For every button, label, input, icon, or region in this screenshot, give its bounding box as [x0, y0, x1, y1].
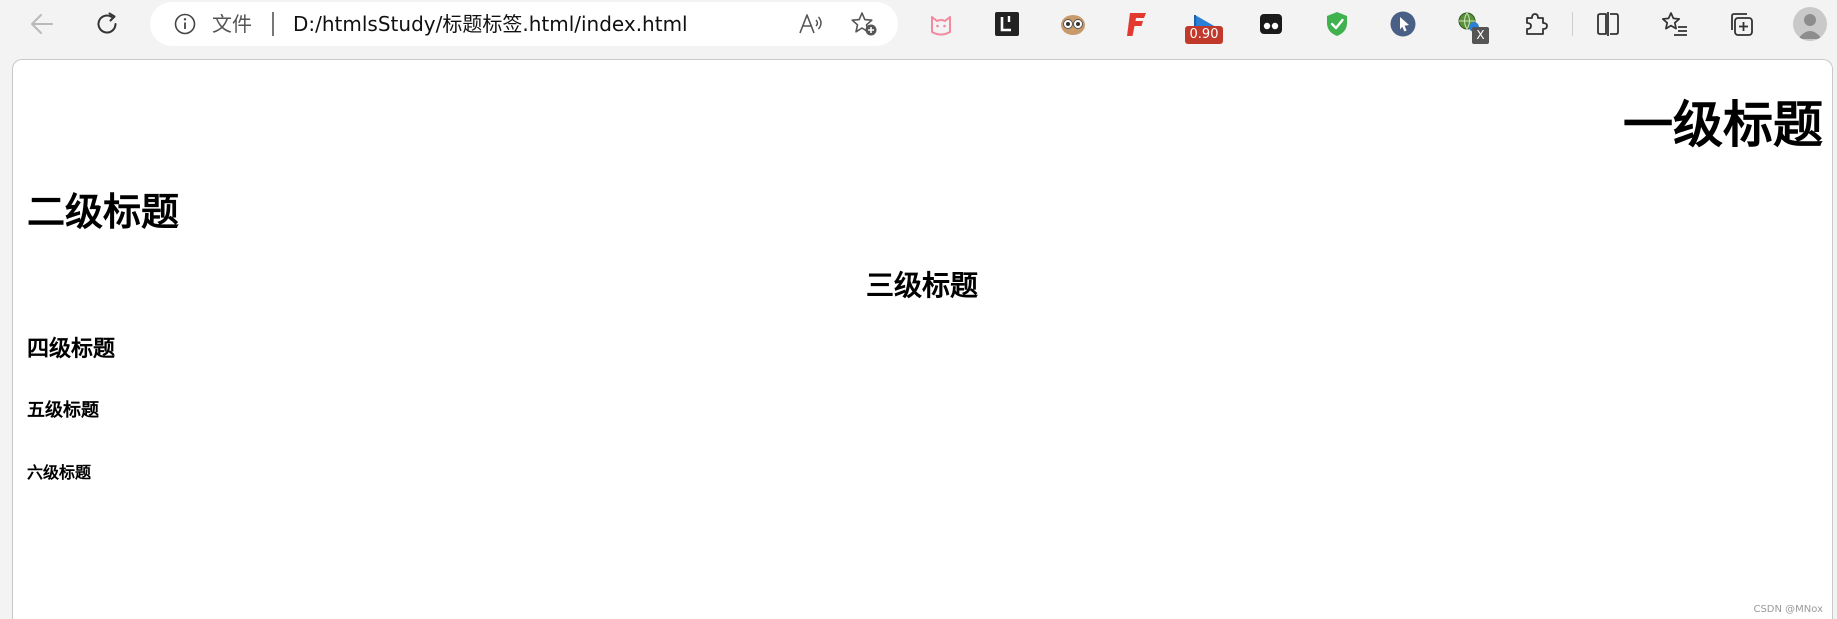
dark-glasses-icon[interactable] [1256, 9, 1286, 39]
page-viewport: 一级标题 二级标题 三级标题 四级标题 五级标题 六级标题 CSDN @MNox [12, 59, 1833, 619]
heading-level-5: 五级标题 [27, 400, 99, 421]
read-aloud-icon[interactable] [798, 12, 824, 36]
leetcode-icon[interactable] [992, 9, 1022, 39]
address-bar[interactable]: 文件 D:/htmlsStudy/标题标签.html/index.html [150, 2, 898, 46]
puzzle-icon[interactable] [1520, 9, 1550, 39]
owl-icon[interactable] [1058, 9, 1088, 39]
shield-check-icon[interactable] [1322, 9, 1352, 39]
network-badge: X [1472, 27, 1489, 44]
speed-badge: 0.90 [1185, 26, 1223, 44]
page-content: 一级标题 二级标题 三级标题 四级标题 五级标题 六级标题 CSDN @MNox [13, 60, 1831, 619]
profile-avatar-icon[interactable] [1793, 7, 1827, 41]
address-scheme-label: 文件 [212, 12, 252, 36]
info-circle-icon[interactable] [174, 13, 196, 35]
heading-level-1: 一级标题 [1623, 96, 1823, 154]
split-screen-icon[interactable] [1593, 9, 1623, 39]
arrow-left-icon [31, 14, 53, 34]
refresh-icon [97, 12, 117, 34]
collections-icon[interactable] [1726, 9, 1756, 39]
heading-level-6: 六级标题 [27, 463, 92, 482]
address-url-text[interactable]: D:/htmlsStudy/标题标签.html/index.html [293, 12, 688, 36]
heading-level-2: 二级标题 [27, 190, 180, 234]
address-separator [272, 12, 274, 36]
favorites-list-icon[interactable] [1660, 9, 1690, 39]
refresh-button[interactable] [89, 6, 125, 42]
heading-level-3: 三级标题 [865, 269, 978, 302]
flash-f-icon[interactable] [1122, 9, 1152, 39]
cursor-icon[interactable] [1388, 9, 1418, 39]
browser-toolbar: 文件 D:/htmlsStudy/标题标签.html/index.html 0.… [0, 0, 1837, 59]
toolbar-divider [1572, 12, 1573, 36]
back-button[interactable] [24, 6, 60, 42]
star-plus-icon[interactable] [850, 11, 878, 37]
heading-level-4: 四级标题 [27, 337, 116, 362]
cat-face-icon[interactable] [926, 9, 956, 39]
